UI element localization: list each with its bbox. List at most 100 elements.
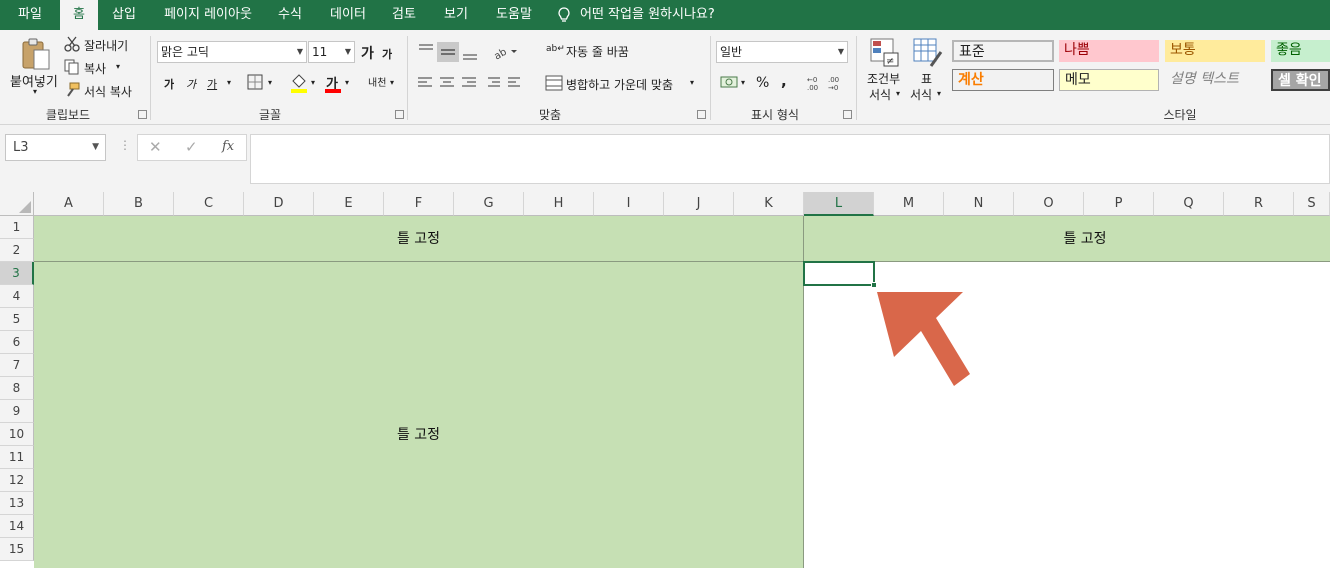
row-header-14[interactable]: 14 <box>0 515 34 538</box>
conditional-dropdown-icon[interactable]: ▾ <box>896 89 900 98</box>
column-header-o[interactable]: O <box>1014 192 1084 216</box>
phonetic-button[interactable]: 내천 <box>368 74 386 89</box>
row-header-11[interactable]: 11 <box>0 446 34 469</box>
fill-color-icon[interactable] <box>290 73 308 93</box>
percent-button[interactable]: % <box>756 75 769 91</box>
table-dropdown-icon[interactable]: ▾ <box>937 89 941 98</box>
tab-formulas[interactable]: 수식 <box>268 0 312 30</box>
column-header-g[interactable]: G <box>454 192 524 216</box>
column-header-a[interactable]: A <box>34 192 104 216</box>
selected-cell[interactable] <box>803 261 875 286</box>
row-header-13[interactable]: 13 <box>0 492 34 515</box>
tab-data[interactable]: 데이터 <box>320 0 376 30</box>
row-header-5[interactable]: 5 <box>0 308 34 331</box>
copy-icon[interactable] <box>64 59 80 75</box>
cancel-icon[interactable]: ✕ <box>149 138 162 156</box>
merge-dropdown-icon[interactable]: ▾ <box>690 78 694 87</box>
vertical-align-icons[interactable] <box>416 42 484 62</box>
frozen-left-cell[interactable] <box>34 262 803 568</box>
paste-icon[interactable] <box>20 37 52 71</box>
column-header-d[interactable]: D <box>244 192 314 216</box>
column-header-h[interactable]: H <box>524 192 594 216</box>
shrink-font-button[interactable]: 가 <box>382 46 392 62</box>
row-header-9[interactable]: 9 <box>0 400 34 423</box>
style-neutral[interactable]: 보통 <box>1165 40 1265 62</box>
column-header-j[interactable]: J <box>664 192 734 216</box>
horizontal-align-icons[interactable] <box>416 75 522 91</box>
tab-home[interactable]: 홈 <box>60 0 98 30</box>
wrap-text-button[interactable]: 자동 줄 바꿈 <box>566 43 629 60</box>
conditional-formatting-icon[interactable]: ≠ <box>870 38 900 68</box>
orientation-icon[interactable]: ab <box>492 44 518 60</box>
row-header-7[interactable]: 7 <box>0 354 34 377</box>
cut-button[interactable]: 잘라내기 <box>84 37 128 54</box>
grow-font-button[interactable]: 가 <box>361 43 374 63</box>
row-header-12[interactable]: 12 <box>0 469 34 492</box>
style-calculation[interactable]: 계산 <box>952 69 1054 91</box>
currency-dropdown-icon[interactable]: ▾ <box>741 78 745 87</box>
column-header-l[interactable]: L <box>804 192 874 216</box>
column-header-e[interactable]: E <box>314 192 384 216</box>
column-header-q[interactable]: Q <box>1154 192 1224 216</box>
name-box[interactable]: L3 ▼ <box>5 134 106 161</box>
style-good[interactable]: 좋음 <box>1271 40 1330 62</box>
comma-button[interactable]: , <box>781 72 787 90</box>
column-header-b[interactable]: B <box>104 192 174 216</box>
column-header-p[interactable]: P <box>1084 192 1154 216</box>
fill-color-dropdown-icon[interactable]: ▾ <box>311 78 315 87</box>
borders-icon[interactable] <box>247 74 263 90</box>
column-header-m[interactable]: M <box>874 192 944 216</box>
format-painter-icon[interactable] <box>64 82 80 98</box>
tab-help[interactable]: 도움말 <box>486 0 542 30</box>
copy-dropdown-icon[interactable]: ▾ <box>116 62 120 71</box>
select-all-corner[interactable] <box>0 192 34 216</box>
column-header-f[interactable]: F <box>384 192 454 216</box>
decimal-adjust-icons[interactable]: ←0 .00 .00 →0 <box>806 74 846 92</box>
row-header-3[interactable]: 3 <box>0 262 34 285</box>
column-header-s[interactable]: S <box>1294 192 1330 216</box>
style-explanatory[interactable]: 설명 텍스트 <box>1165 69 1265 91</box>
tab-view[interactable]: 보기 <box>434 0 478 30</box>
row-header-6[interactable]: 6 <box>0 331 34 354</box>
font-size-select[interactable]: 11 ▼ <box>308 41 355 63</box>
copy-button[interactable]: 복사 <box>84 60 106 77</box>
row-header-4[interactable]: 4 <box>0 285 34 308</box>
column-header-n[interactable]: N <box>944 192 1014 216</box>
paste-dropdown-icon[interactable]: ▾ <box>33 87 37 96</box>
currency-icon[interactable] <box>720 74 738 90</box>
phonetic-dropdown-icon[interactable]: ▾ <box>390 78 394 87</box>
style-note[interactable]: 메모 <box>1059 69 1159 91</box>
format-as-table-icon[interactable] <box>913 38 943 68</box>
borders-dropdown-icon[interactable]: ▾ <box>268 78 272 87</box>
alignment-launcher-icon[interactable] <box>697 110 706 119</box>
column-header-c[interactable]: C <box>174 192 244 216</box>
bold-button[interactable]: 가 <box>164 76 174 92</box>
conditional-formatting-button[interactable]: 조건부 <box>867 70 900 87</box>
font-launcher-icon[interactable] <box>395 110 404 119</box>
number-format-select[interactable]: 일반 ▼ <box>716 41 848 63</box>
underline-button[interactable]: 가 <box>207 76 217 92</box>
column-header-i[interactable]: I <box>594 192 664 216</box>
merge-center-button[interactable]: 병합하고 가운데 맞춤 <box>566 76 673 93</box>
formula-input[interactable] <box>250 134 1330 184</box>
style-normal[interactable]: 표준 <box>952 40 1054 62</box>
column-header-r[interactable]: R <box>1224 192 1294 216</box>
tab-file[interactable]: 파일 <box>0 0 60 30</box>
tab-insert[interactable]: 삽입 <box>100 0 148 30</box>
merge-center-icon[interactable] <box>545 75 563 91</box>
row-header-15[interactable]: 15 <box>0 538 34 561</box>
style-bad[interactable]: 나쁨 <box>1059 40 1159 62</box>
tell-me-search[interactable]: 어떤 작업을 원하시나요? <box>580 0 730 30</box>
format-as-table-button[interactable]: 표 <box>921 70 932 87</box>
row-header-2[interactable]: 2 <box>0 239 34 262</box>
number-launcher-icon[interactable] <box>843 110 852 119</box>
insert-function-button[interactable]: fx <box>222 139 234 154</box>
column-header-k[interactable]: K <box>734 192 804 216</box>
clipboard-launcher-icon[interactable] <box>138 110 147 119</box>
row-header-10[interactable]: 10 <box>0 423 34 446</box>
tab-review[interactable]: 검토 <box>382 0 426 30</box>
row-header-1[interactable]: 1 <box>0 216 34 239</box>
style-check-cell[interactable]: 셀 확인 <box>1271 69 1330 91</box>
row-header-8[interactable]: 8 <box>0 377 34 400</box>
tab-page-layout[interactable]: 페이지 레이아웃 <box>152 0 264 30</box>
